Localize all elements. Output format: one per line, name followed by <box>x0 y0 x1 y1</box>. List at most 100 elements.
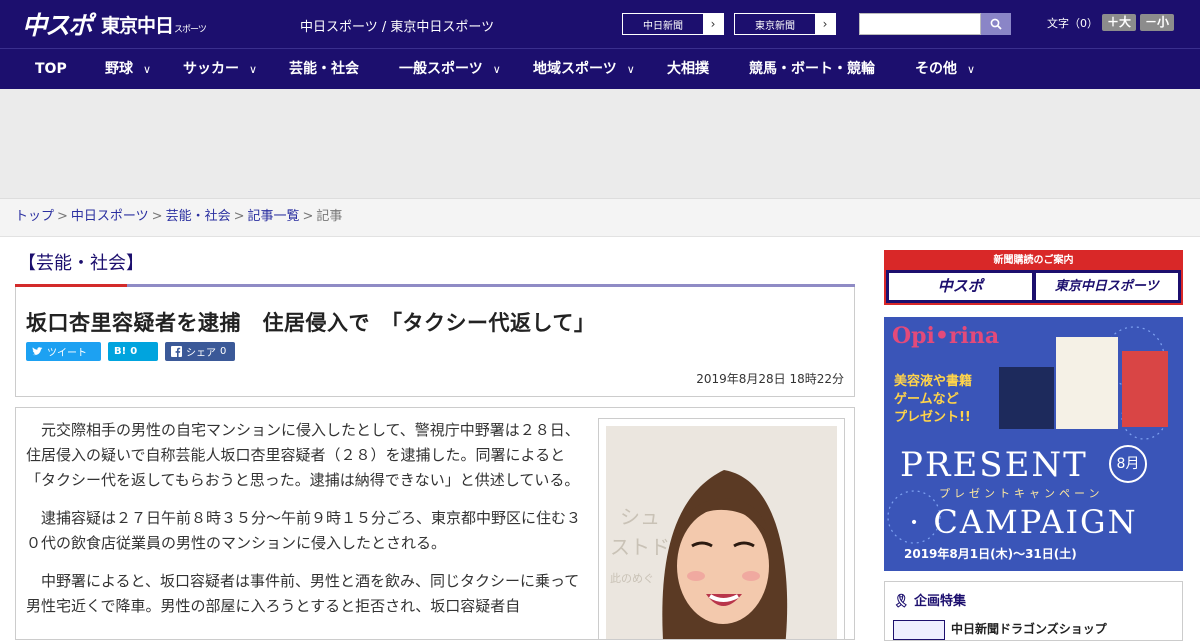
search-icon <box>990 18 1002 30</box>
nav-entertainment[interactable]: 芸能・社会 <box>289 49 359 90</box>
breadcrumb-separator: > <box>57 209 68 224</box>
article-header: 坂口杏里容疑者を逮捕 住居侵入で 「タクシー代返して」 ツイート B! 0 シェ… <box>15 287 855 397</box>
breadcrumb-separator: > <box>151 209 163 224</box>
nav-label: 大相撲 <box>667 61 709 77</box>
tokyo-shimbun-label: 東京新聞 <box>755 20 795 32</box>
site-search <box>859 13 1011 35</box>
share-label: シェア <box>186 348 216 359</box>
tokyo-chunichi-logo[interactable]: 東京中日スポーツ <box>101 11 207 38</box>
nav-label: その他 <box>915 61 957 77</box>
breadcrumb: トップ > 中日スポーツ > 芸能・社会 > 記事一覧 > 記事 <box>0 199 1200 237</box>
chevron-down-icon: ∨ <box>967 63 976 76</box>
svg-text:シュ: シュ <box>620 505 660 529</box>
nav-sumo[interactable]: 大相撲 <box>667 49 709 90</box>
portrait-image: シュ ストド 此のめぐ <box>606 426 837 639</box>
article-date: 2019年8月28日 18時22分 <box>696 372 844 386</box>
tokyo-shimbun-link[interactable]: 東京新聞 › <box>734 13 836 35</box>
article-photo[interactable]: シュ ストド 此のめぐ <box>598 418 845 639</box>
nav-soccer[interactable]: サッカー ∨ <box>183 49 257 90</box>
chevron-right-icon: › <box>703 14 723 34</box>
feature-section: 🎗 企画特集 中日新聞ドラゴンズショップ <box>884 581 1183 641</box>
nav-label: サッカー <box>183 61 239 77</box>
ad-banner-area <box>0 89 1200 199</box>
article-text: 元交際相手の男性の自宅マンションに侵入したとして、警視庁中野署は２８日、住居侵入… <box>26 418 588 632</box>
subscription-title: 新聞購読のご案内 <box>886 252 1181 270</box>
nav-label: 一般スポーツ <box>399 61 483 77</box>
present-subtitle: プレゼントキャンペーン <box>939 487 1104 500</box>
search-button[interactable] <box>981 13 1011 35</box>
article-title: 坂口杏里容疑者を逮捕 住居侵入で 「タクシー代返して」 <box>26 311 596 335</box>
font-size-control: 文字（0） ＋大 －小 <box>1047 14 1175 31</box>
dragons-shop-link[interactable]: 中日新聞ドラゴンズショップ <box>951 620 1107 637</box>
chevron-down-icon: ∨ <box>143 63 152 76</box>
hatena-bookmark-button[interactable]: B! 0 <box>108 342 158 361</box>
tokyo-chunichi-subscribe-logo[interactable]: 東京中日スポーツ <box>1035 273 1178 300</box>
breadcrumb-separator: > <box>233 209 245 224</box>
chuspo-subscribe-logo[interactable]: 中スポ <box>889 273 1032 300</box>
nav-local-sports[interactable]: 地域スポーツ ∨ <box>533 49 635 90</box>
breadcrumb-top[interactable]: トップ <box>15 209 54 224</box>
present-title: PRESENT <box>900 445 1088 485</box>
nav-general-sports[interactable]: 一般スポーツ ∨ <box>399 49 501 90</box>
chunichi-shimbun-label: 中日新聞 <box>643 20 683 32</box>
sidebar: 新聞購読のご案内 中スポ 東京中日スポーツ Opi•rina 美容液や書籍 ゲー… <box>884 250 1183 641</box>
nav-keiba[interactable]: 競馬・ボート・競輪 <box>749 49 875 90</box>
svg-text:ストド: ストド <box>610 535 670 559</box>
feature-title: 🎗 企画特集 <box>893 590 966 609</box>
present-dates: 2019年8月1日(木)〜31日(土) <box>904 547 1077 561</box>
nav-label: 野球 <box>105 61 133 77</box>
present-campaign-banner[interactable]: Opi•rina 美容液や書籍 ゲームなど プレゼント!! PRESENT 8月… <box>884 317 1183 571</box>
present-promo: 美容液や書籍 ゲームなど プレゼント!! <box>894 373 972 427</box>
ribbon-icon: 🎗 <box>893 594 910 609</box>
chevron-right-icon: › <box>815 14 835 34</box>
nav-label: 地域スポーツ <box>533 61 617 77</box>
chevron-down-icon: ∨ <box>249 63 258 76</box>
breadcrumb-separator: > <box>302 209 314 224</box>
article-main: 【芸能・社会】 坂口杏里容疑者を逮捕 住居侵入で 「タクシー代返して」 ツイート… <box>15 240 855 640</box>
article-paragraph: 元交際相手の男性の自宅マンションに侵入したとして、警視庁中野署は２８日、住居侵入… <box>26 421 580 489</box>
twitter-icon <box>32 347 43 356</box>
present-promo-text: 美容液や書籍 ゲームなど プレゼント!! <box>894 374 973 425</box>
chevron-down-icon: ∨ <box>626 63 635 76</box>
chevron-down-icon: ∨ <box>492 63 501 76</box>
breadcrumb-article-list[interactable]: 記事一覧 <box>248 209 300 224</box>
hatena-count: 0 <box>130 346 138 357</box>
svg-text:此のめぐ: 此のめぐ <box>610 572 654 585</box>
breadcrumb-entertainment[interactable]: 芸能・社会 <box>166 209 231 224</box>
facebook-icon <box>171 346 182 357</box>
share-count: 0 <box>220 346 227 357</box>
site-header: 中スポ 東京中日スポーツ 中日スポーツ / 東京中日スポーツ 中日新聞 › 東京… <box>0 0 1200 48</box>
article-paragraph: 中野署によると、坂口容疑者は事件前、男性と酒を飲み、同じタクシーに乗って男性宅近… <box>26 572 580 615</box>
portrait-illustration: シュ ストド 此のめぐ <box>606 426 837 639</box>
search-input[interactable] <box>859 13 981 35</box>
nav-baseball[interactable]: 野球 ∨ <box>105 49 151 90</box>
article-paragraph: 逮捕容疑は２７日午前８時３５分～午前９時１５分ごろ、東京都中野区に住む３０代の飲… <box>26 509 582 552</box>
subscription-logos: 中スポ 東京中日スポーツ <box>886 270 1181 303</box>
chunichi-shimbun-link[interactable]: 中日新聞 › <box>622 13 724 35</box>
tokyo-logo-text: 東京中日 <box>101 14 174 37</box>
nav-label: 芸能・社会 <box>289 61 359 77</box>
subscription-banner[interactable]: 新聞購読のご案内 中スポ 東京中日スポーツ <box>884 250 1183 305</box>
article-body: 元交際相手の男性の自宅マンションに侵入したとして、警視庁中野署は２８日、住居侵入… <box>15 407 855 640</box>
article-category: 【芸能・社会】 <box>18 253 144 274</box>
nav-other[interactable]: その他 ∨ <box>915 49 975 90</box>
chuspo-logo[interactable]: 中スポ <box>22 6 93 42</box>
opirina-brand: Opi•rina <box>892 323 1000 349</box>
tweet-button[interactable]: ツイート <box>26 342 101 361</box>
font-smaller-button[interactable]: －小 <box>1140 14 1175 31</box>
nav-top[interactable]: TOP <box>35 49 67 90</box>
dragons-shop-thumbnail[interactable] <box>893 620 945 640</box>
tokyo-logo-small: スポーツ <box>174 24 207 35</box>
font-larger-button[interactable]: ＋大 <box>1102 14 1137 31</box>
site-logo[interactable]: 中スポ 東京中日スポーツ <box>22 6 207 42</box>
feature-title-text: 企画特集 <box>914 594 967 609</box>
font-size-label: 文字（0） <box>1047 16 1098 30</box>
facebook-share-button[interactable]: シェア 0 <box>165 342 235 361</box>
campaign-title: · CAMPAIGN <box>909 503 1138 541</box>
global-nav: TOP 野球 ∨ サッカー ∨ 芸能・社会 一般スポーツ ∨ 地域スポーツ ∨ 大相撲 … <box>0 48 1200 89</box>
share-buttons: ツイート B! 0 シェア 0 <box>26 342 235 361</box>
breadcrumb-chunichi-sports[interactable]: 中日スポーツ <box>71 209 149 224</box>
nav-label: TOP <box>35 61 67 77</box>
site-tagline: 中日スポーツ / 東京中日スポーツ <box>300 20 495 35</box>
tweet-label: ツイート <box>47 348 87 359</box>
